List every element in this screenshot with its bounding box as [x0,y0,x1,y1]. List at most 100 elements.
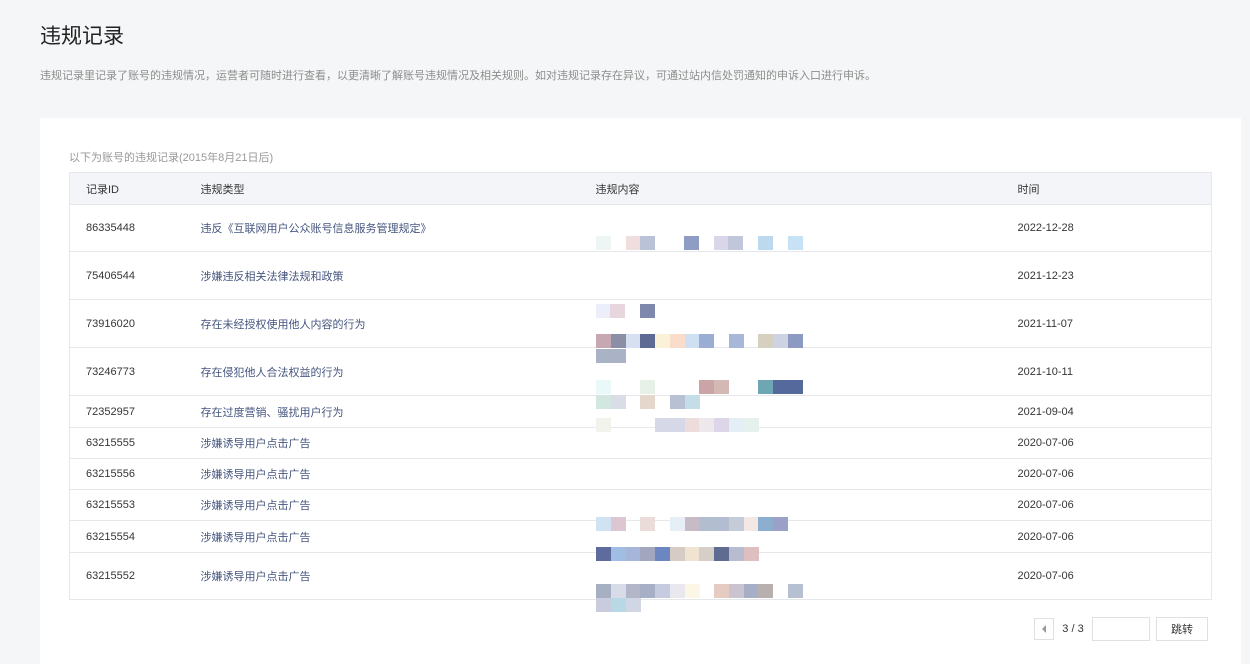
violation-type: 涉嫌诱导用户点击广告 [184,427,580,459]
mosaic-block [639,394,655,409]
mosaic-block [610,348,626,363]
mosaic-block [684,333,700,348]
mosaic-block [772,379,788,394]
mosaic-block [625,584,641,598]
mosaic-block [625,546,641,561]
mosaic-block [713,379,729,394]
violation-type: 涉嫌诱导用户点击广告 [184,489,580,521]
mosaic-block [610,598,626,612]
mosaic-block [669,417,685,432]
mosaic-block [669,333,685,348]
violation-content-redacted [579,347,1002,409]
page-number-input[interactable] [1092,617,1150,641]
mosaic-block [698,517,714,531]
jump-button[interactable]: 跳转 [1156,617,1208,641]
violation-content-redacted [579,251,1002,318]
mosaic-block [669,546,685,561]
mosaic-block [654,417,670,432]
mosaic-block [595,379,611,394]
mosaic-block [639,236,655,250]
record-time: 2020-07-06 [1001,458,1212,490]
mosaic-block [698,379,714,394]
page-title: 违规记录 [40,25,124,48]
pagination: 3 / 3 跳转 [1034,617,1208,641]
table-row: 63215556 涉嫌诱导用户点击广告 2020-07-06 [69,458,1212,490]
table-row: 63215553 涉嫌诱导用户点击广告 2020-07-06 [69,489,1212,531]
mosaic-block [639,333,655,348]
mosaic-block [610,546,626,561]
mosaic-block [713,517,729,531]
mosaic-block [787,333,803,348]
mosaic-block [639,517,655,531]
record-time: 2020-07-06 [1017,570,1074,582]
mosaic-block [595,546,611,561]
mosaic-block [625,333,641,348]
chevron-left-icon [1042,625,1046,633]
mosaic-block [713,417,729,432]
mosaic-block [610,517,626,531]
mosaic-block [728,584,744,598]
mosaic-block [610,394,626,409]
mosaic-block [639,303,655,318]
mosaic-block [639,584,655,598]
mosaic-block [698,333,714,348]
mosaic-block [684,517,700,531]
mosaic-block [654,546,670,561]
mosaic-block [683,236,699,250]
mosaic-block [625,598,641,612]
violation-type: 存在过度营销、骚扰用户行为 [184,395,580,428]
mosaic-block [684,394,700,409]
record-time: 2022-12-28 [1001,204,1212,252]
mosaic-block [743,584,759,598]
mosaic-block [610,584,626,598]
prev-page-button[interactable] [1034,618,1054,640]
mosaic-block [625,236,641,250]
mosaic-block [787,584,803,598]
record-id: 63215554 [69,520,185,553]
page-indicator: 3 / 3 [1062,623,1084,635]
record-time: 2021-09-04 [1001,395,1212,428]
record-id: 63215553 [69,489,185,521]
violation-records-table: 记录ID 违规类型 违规内容 时间 86335448 违反《互联网用户公众账号信… [69,172,1212,612]
record-time: 2020-07-06 [1001,489,1212,521]
mosaic-block [728,333,744,348]
mosaic-block [757,333,773,348]
record-id: 75406544 [69,251,185,300]
mosaic-block [757,584,773,598]
mosaic-block [698,417,714,432]
mosaic-block [639,379,655,394]
record-id: 73916020 [69,299,185,348]
table-row: 73246773 存在侵犯他人合法权益的行为 2021-10-11 [69,347,1212,409]
violation-content-redacted [579,204,1002,252]
header-violation-type: 违规类型 [184,172,580,205]
record-id: 63215555 [69,427,185,459]
violation-type: 涉嫌诱导用户点击广告 [200,571,311,583]
records-card: 以下为账号的违规记录(2015年8月21日后) 记录ID 违规类型 违规内容 时… [40,118,1241,664]
table-row: 86335448 违反《互联网用户公众账号信息服务管理规定》 2022-12-2… [69,204,1212,252]
mosaic-block [757,379,773,394]
violation-type: 涉嫌违反相关法律法规和政策 [184,251,580,300]
violation-type: 存在未经授权使用他人内容的行为 [184,299,580,348]
page-description: 违规记录里记录了账号的违规情况，运营者可随时进行查看，以更清晰了解账号违规情况及… [40,70,876,82]
mosaic-block [757,517,773,531]
mosaic-block [713,584,729,598]
table-header-row: 记录ID 违规类型 违规内容 时间 [69,172,1212,205]
mosaic-block [743,417,759,432]
mosaic-block [743,546,759,561]
mosaic-block [639,546,655,561]
violation-type: 违反《互联网用户公众账号信息服务管理规定》 [184,204,580,252]
violation-type: 存在侵犯他人合法权益的行为 [184,347,580,396]
header-record-id: 记录ID [69,172,185,205]
record-id: 72352957 [69,395,185,428]
mosaic-block [728,546,744,561]
mosaic-block [728,517,744,531]
record-time: 2021-11-07 [1001,299,1212,348]
mosaic-block [595,333,611,348]
record-id: 63215556 [69,458,185,490]
record-time: 2021-10-11 [1001,347,1212,396]
mosaic-block [595,236,611,250]
mosaic-block [787,236,803,250]
mosaic-block [609,303,625,318]
record-time: 2021-12-23 [1001,251,1212,300]
violation-type: 涉嫌诱导用户点击广告 [184,458,580,490]
